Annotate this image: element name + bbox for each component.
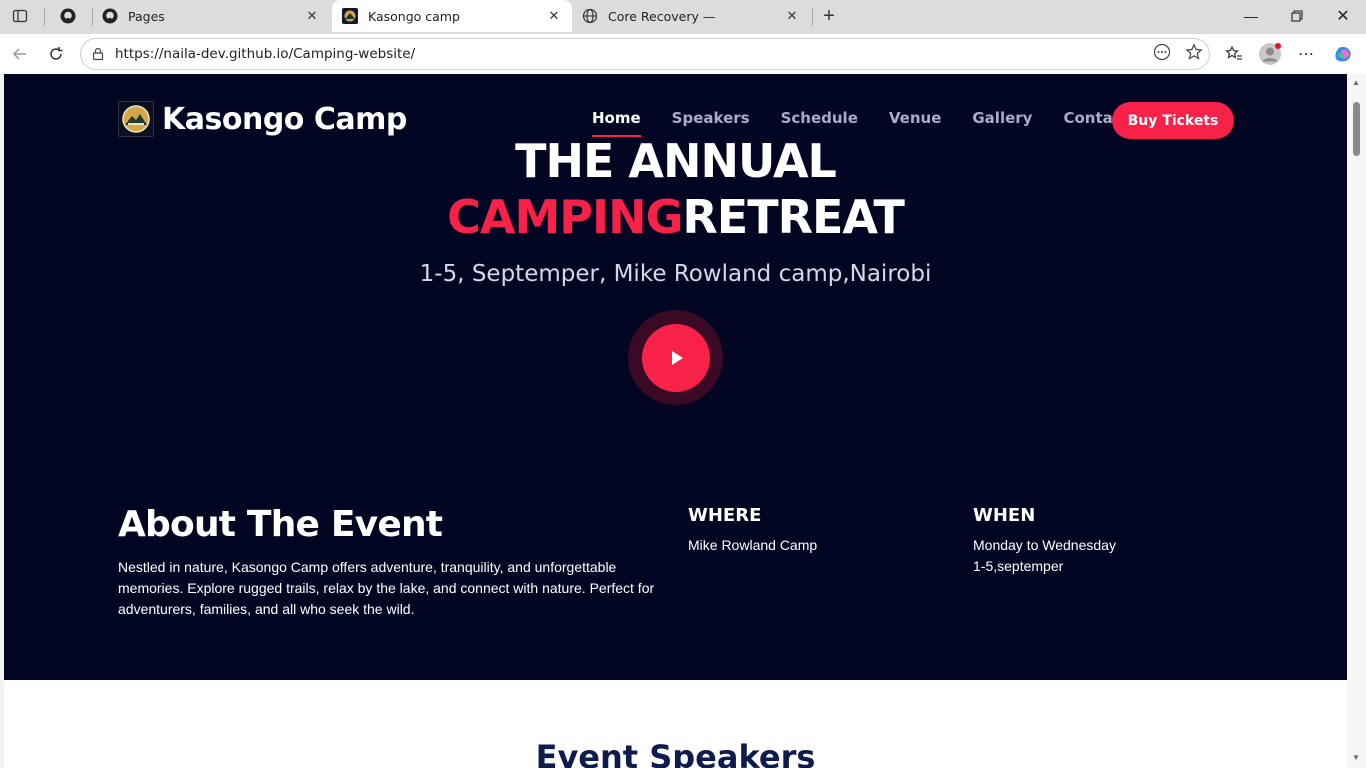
page-viewport: Kasongo Camp Home Speakers Schedule Venu…	[4, 74, 1347, 768]
sidebar-toggle-icon[interactable]	[3, 0, 37, 32]
address-bar[interactable]: https://naila-dev.github.io/Camping-webs…	[80, 38, 1210, 70]
camp-logo-icon	[342, 8, 358, 24]
scroll-up-icon[interactable]: ▲	[1352, 78, 1360, 87]
close-tab-icon[interactable]: ✕	[304, 9, 320, 24]
new-tab-icon[interactable]: +	[812, 0, 846, 32]
reload-icon[interactable]	[38, 36, 74, 72]
back-icon[interactable]	[2, 36, 38, 72]
play-icon[interactable]	[641, 323, 710, 392]
tab-strip: Pages ✕ Kasongo camp ✕ Core Recovery — ✕…	[0, 0, 1366, 34]
brand-name: Kasongo Camp	[162, 101, 407, 137]
tab-kasongo-camp[interactable]: Kasongo camp ✕	[332, 0, 572, 32]
hero-title-line2: CAMPINGRETREAT	[4, 190, 1347, 244]
when-label: WHEN	[973, 505, 1036, 526]
url-text[interactable]: https://naila-dev.github.io/Camping-webs…	[115, 46, 415, 62]
page-scrollbar[interactable]: ▲ ▼	[1347, 74, 1366, 768]
hero-title-line1: THE ANNUAL	[515, 134, 837, 188]
profile-avatar[interactable]	[1254, 38, 1286, 70]
tab-core-recovery[interactable]: Core Recovery — ✕	[572, 0, 810, 32]
hero-subtitle: 1-5, Septemper, Mike Rowland camp,Nairob…	[419, 261, 932, 287]
close-tab-icon[interactable]: ✕	[546, 9, 562, 24]
copilot-icon[interactable]	[1327, 38, 1359, 70]
scroll-down-icon[interactable]: ▼	[1352, 753, 1360, 762]
close-tab-icon[interactable]: ✕	[784, 9, 800, 24]
about-title: About The Event	[118, 504, 443, 545]
site-logo[interactable]: Kasongo Camp	[118, 101, 407, 137]
nav-home[interactable]: Home	[592, 109, 641, 137]
when-line2: 1-5,septemper	[973, 558, 1064, 574]
nav-schedule[interactable]: Schedule	[781, 109, 858, 135]
where-value: Mike Rowland Camp	[688, 537, 818, 553]
restore-icon[interactable]	[1274, 0, 1320, 32]
play-video-button[interactable]	[628, 310, 723, 405]
github-icon	[102, 8, 118, 24]
nav-gallery[interactable]: Gallery	[972, 109, 1032, 135]
when-line1: Monday to Wednesday	[973, 537, 1116, 553]
favorite-star-icon[interactable]	[1185, 43, 1203, 65]
tab-title: Kasongo camp	[368, 8, 460, 24]
more-options-icon[interactable]: ⋯	[1290, 38, 1322, 70]
favorites-icon[interactable]	[1218, 38, 1250, 70]
reading-mode-icon[interactable]	[1153, 43, 1171, 65]
main-nav: Home Speakers Schedule Venue Gallery Con…	[592, 109, 1160, 137]
speakers-title: Event Speakers	[535, 738, 816, 768]
tab-pages[interactable]: Pages ✕	[92, 0, 330, 32]
camp-logo-icon	[118, 101, 154, 137]
tab-title: Pages	[128, 8, 165, 24]
nav-speakers[interactable]: Speakers	[672, 109, 750, 135]
where-label: WHERE	[688, 505, 762, 526]
nav-venue[interactable]: Venue	[889, 109, 942, 135]
hero-title-rest: RETREAT	[682, 190, 904, 244]
hero-title-accent: CAMPING	[447, 190, 683, 244]
tab-github[interactable]	[50, 0, 88, 32]
browser-toolbar: https://naila-dev.github.io/Camping-webs…	[0, 34, 1366, 74]
close-window-icon[interactable]: ✕	[1320, 0, 1366, 32]
hero-section: Kasongo Camp Home Speakers Schedule Venu…	[4, 74, 1347, 680]
github-icon	[60, 8, 76, 24]
tab-title: Core Recovery —	[608, 8, 716, 24]
about-text: Nestled in nature, Kasongo Camp offers a…	[118, 559, 655, 617]
minimize-icon[interactable]: —	[1228, 0, 1274, 32]
site-info-icon[interactable]	[81, 47, 115, 61]
globe-icon	[582, 8, 598, 24]
scrollbar-thumb[interactable]	[1353, 102, 1360, 156]
